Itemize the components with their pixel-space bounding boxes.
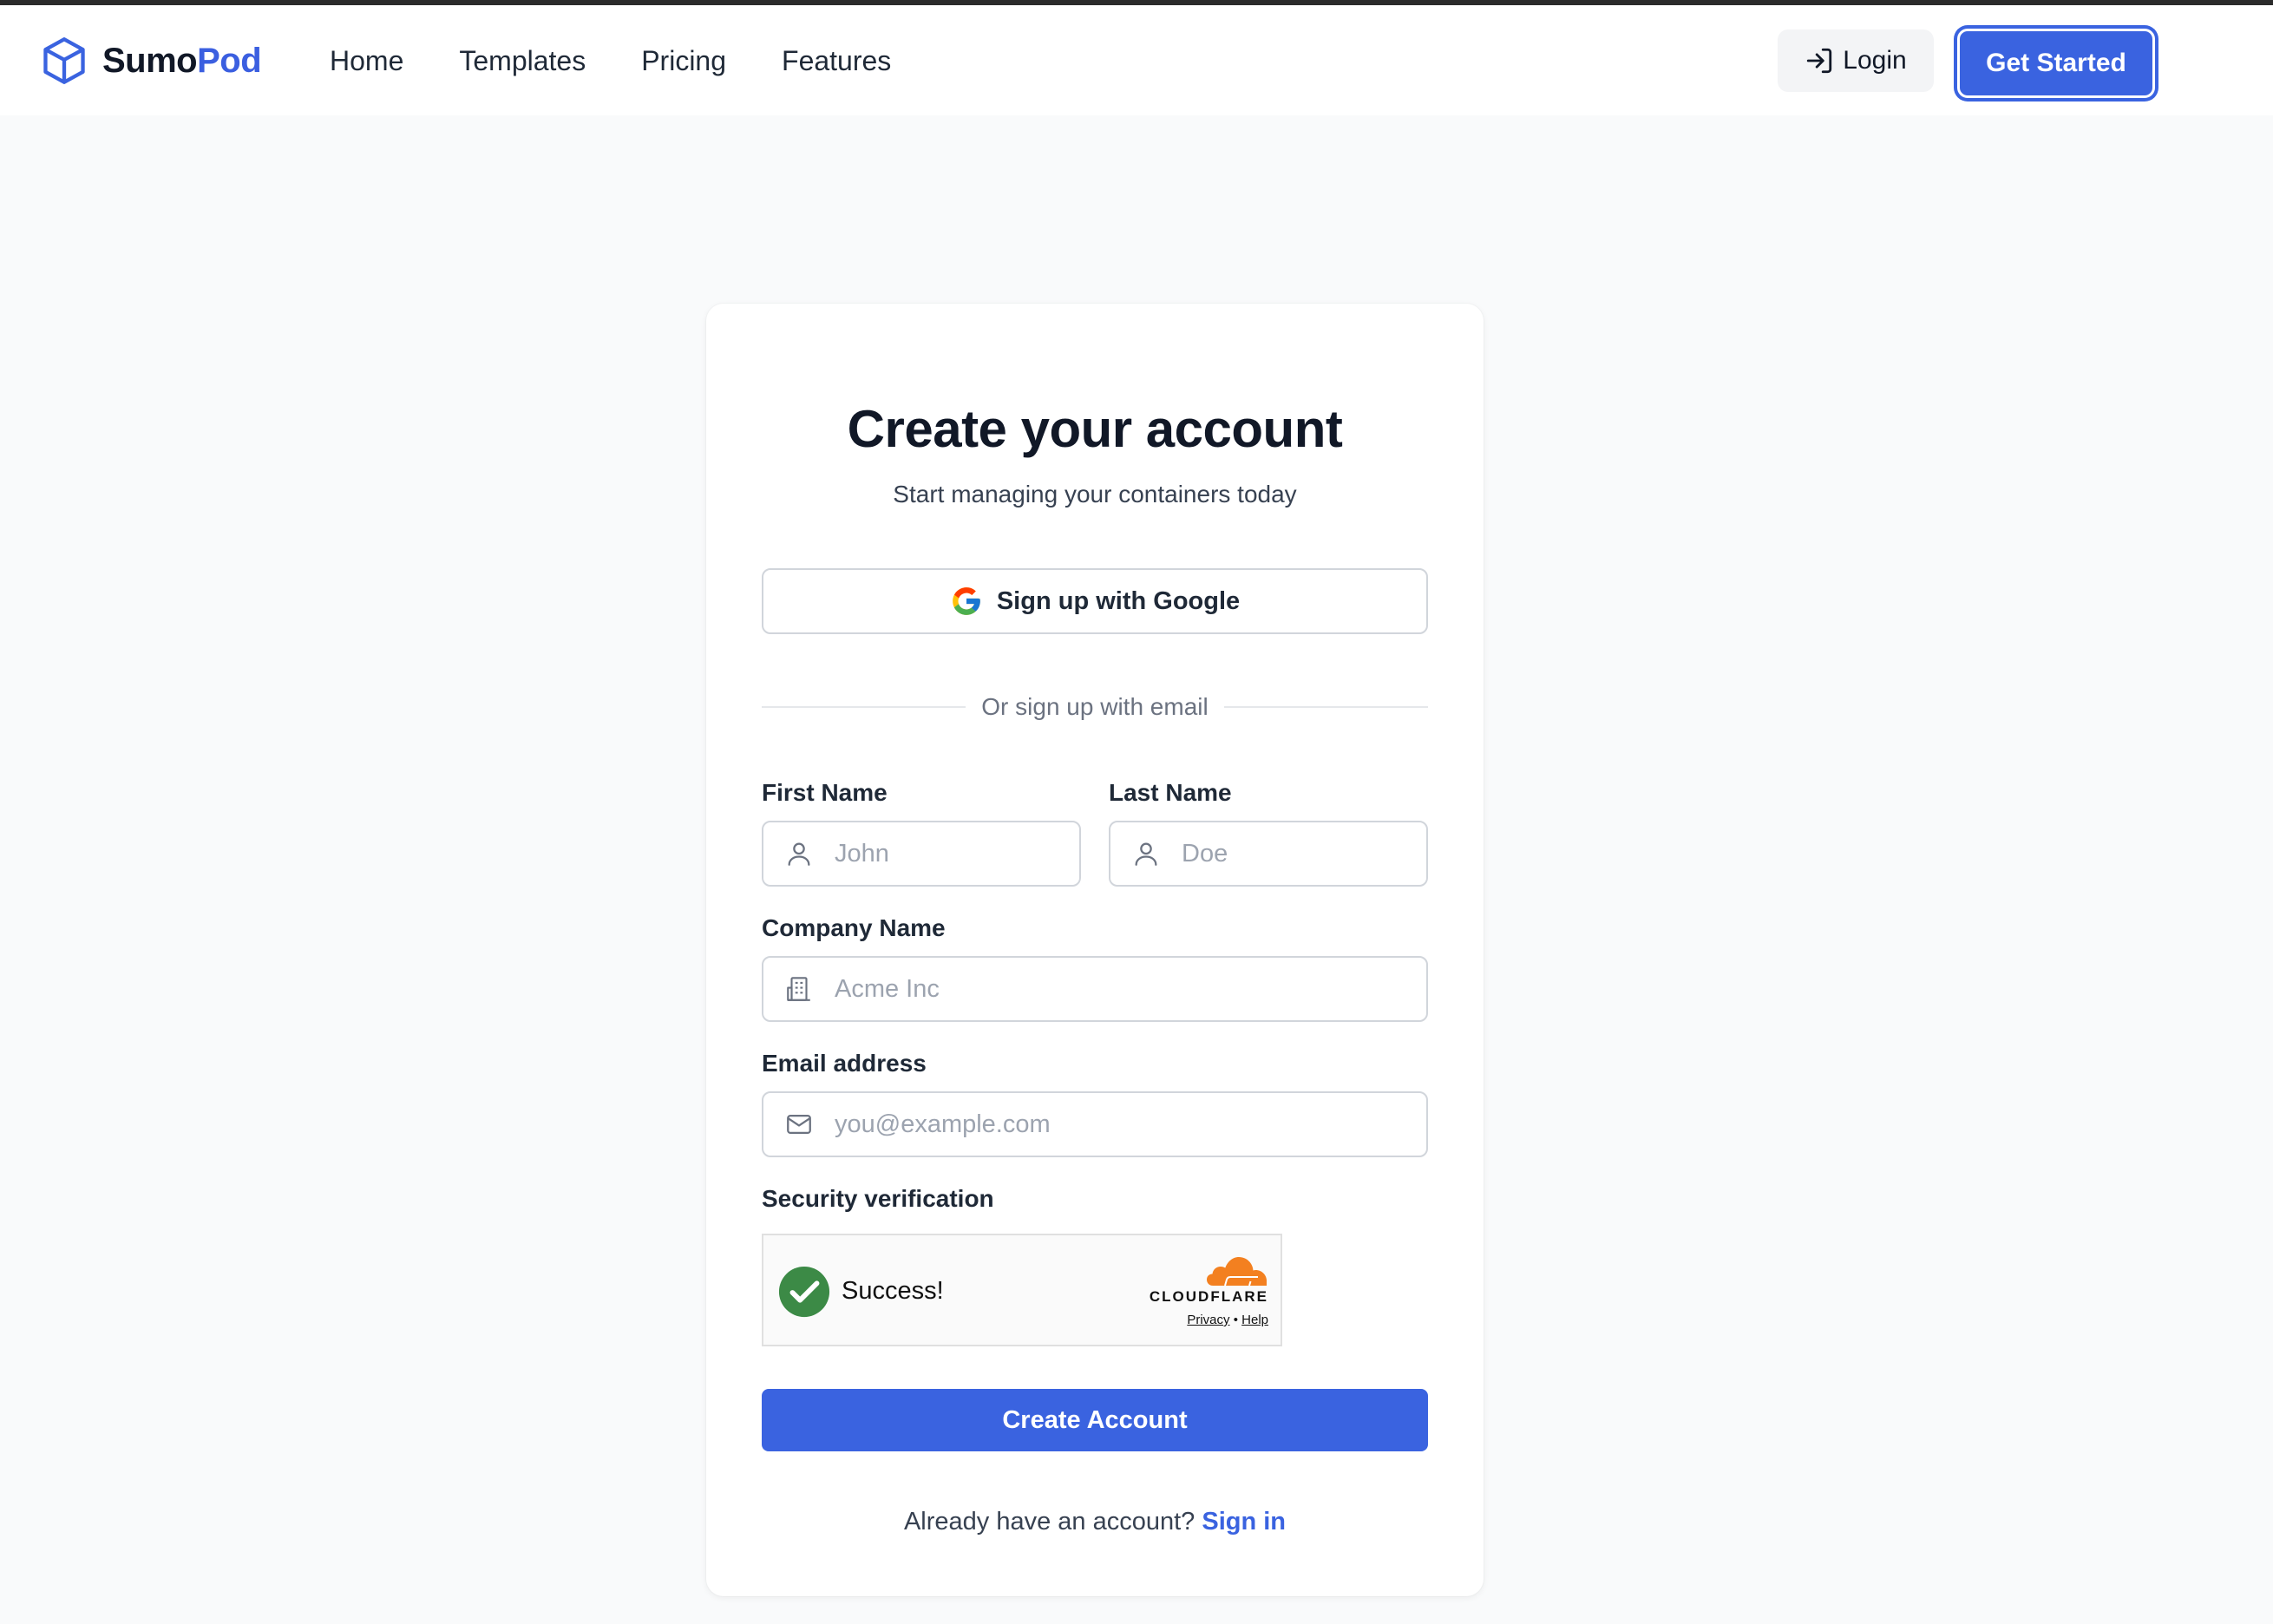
- nav-link-templates[interactable]: Templates: [459, 45, 586, 77]
- create-account-button[interactable]: Create Account: [762, 1389, 1428, 1451]
- email-input[interactable]: [835, 1110, 1426, 1139]
- nav-link-pricing[interactable]: Pricing: [641, 45, 726, 77]
- building-icon: [787, 977, 810, 1001]
- login-button[interactable]: Login: [1778, 29, 1934, 92]
- brand-logo[interactable]: SumoPod: [42, 36, 262, 85]
- nav-link-home[interactable]: Home: [330, 45, 403, 77]
- cloudflare-wordmark: CLOUDFLARE: [1149, 1288, 1268, 1305]
- cloudflare-cloud-icon: [1207, 1257, 1267, 1287]
- security-verification-label: Security verification: [762, 1185, 994, 1212]
- signin-prompt-text: Already have an account?: [903, 1508, 1195, 1536]
- nav-link-features[interactable]: Features: [782, 45, 891, 77]
- last-name-input[interactable]: [1182, 839, 1426, 868]
- first-name-label: First Name: [762, 779, 888, 806]
- email-divider: Or sign up with email: [762, 690, 1428, 724]
- company-name-field[interactable]: [762, 956, 1428, 1022]
- cloudflare-logo: CLOUDFLARE Privacy • Help: [1138, 1254, 1268, 1333]
- company-name-label: Company Name: [762, 914, 946, 941]
- signup-card: Create your account Start managing your …: [706, 304, 1484, 1596]
- google-signup-label: Sign up with Google: [996, 586, 1241, 615]
- email-label: Email address: [762, 1050, 927, 1077]
- turnstile-links: Privacy • Help: [1138, 1313, 1268, 1327]
- google-signup-button[interactable]: Sign up with Google: [762, 568, 1428, 634]
- divider-line-right: [1223, 706, 1428, 708]
- page-title: Create your account: [847, 400, 1343, 458]
- signin-link[interactable]: Sign in: [1202, 1508, 1286, 1536]
- login-arrow-icon: [1807, 48, 1832, 74]
- first-name-field[interactable]: [762, 821, 1081, 887]
- cloudflare-turnstile-widget[interactable]: Success! CLOUDFLARE Privacy • Help: [762, 1234, 1282, 1346]
- turnstile-help-link[interactable]: Help: [1241, 1313, 1268, 1327]
- get-started-button[interactable]: Get Started: [1957, 29, 2155, 98]
- turnstile-status: Success!: [842, 1277, 944, 1305]
- last-name-field[interactable]: [1109, 821, 1428, 887]
- mail-icon: [787, 1114, 811, 1135]
- brand-name: SumoPod: [102, 41, 262, 80]
- last-name-label: Last Name: [1109, 779, 1232, 806]
- first-name-input[interactable]: [835, 839, 1079, 868]
- user-icon: [788, 842, 810, 866]
- main-nav: Home Templates Pricing Features: [330, 45, 947, 77]
- turnstile-link-separator: •: [1233, 1313, 1238, 1327]
- divider-line-left: [762, 706, 966, 708]
- signin-prompt-row: Already have an account? Sign in: [706, 1508, 1484, 1536]
- checkmark-circle-icon: [778, 1266, 830, 1318]
- user-icon: [1135, 842, 1157, 866]
- top-navbar: SumoPod Home Templates Pricing Features …: [0, 5, 2273, 115]
- login-label: Login: [1843, 46, 1907, 75]
- email-field[interactable]: [762, 1091, 1428, 1157]
- page-subtitle: Start managing your containers today: [893, 481, 1297, 508]
- cube-icon: [43, 37, 85, 84]
- company-name-input[interactable]: [835, 974, 1426, 1004]
- divider-text: Or sign up with email: [981, 693, 1209, 720]
- google-icon: [953, 587, 980, 615]
- turnstile-privacy-link[interactable]: Privacy: [1187, 1313, 1229, 1327]
